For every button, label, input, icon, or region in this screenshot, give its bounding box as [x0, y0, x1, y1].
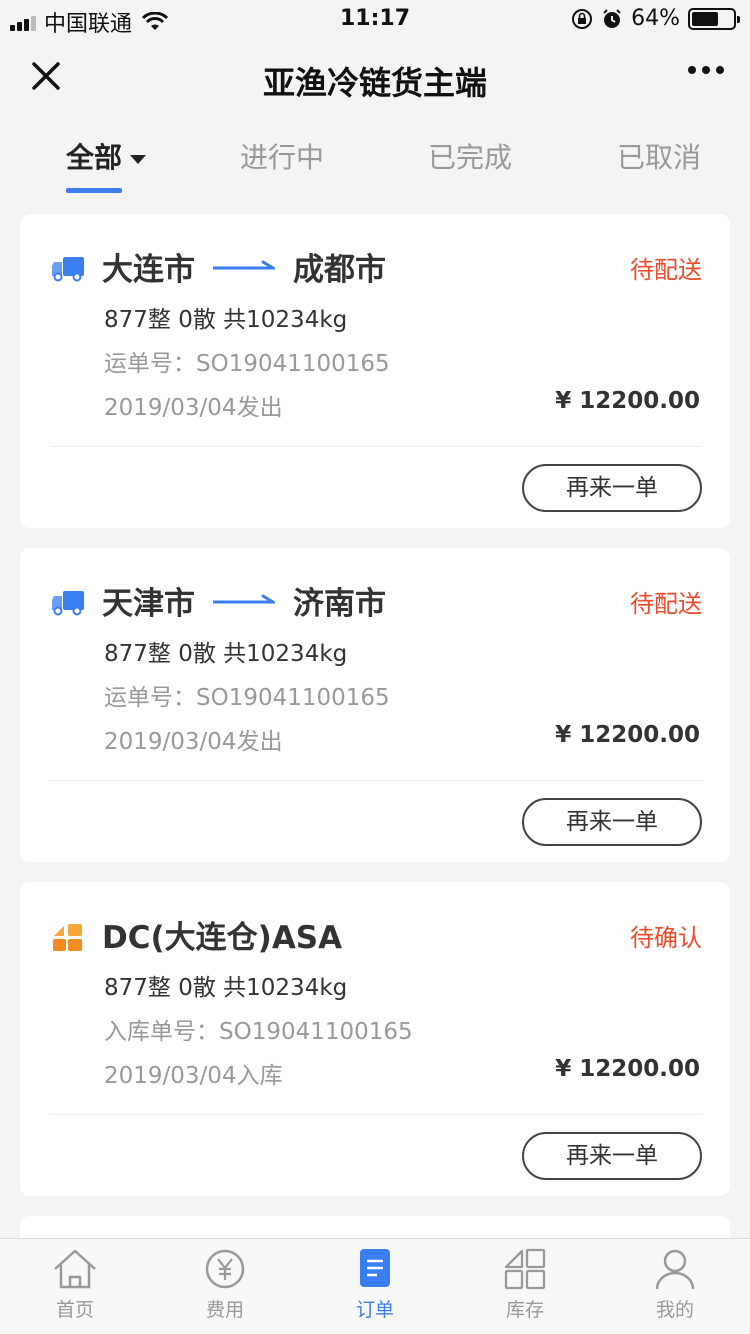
tabbar-label: 费用	[205, 1299, 244, 1321]
chevron-down-icon	[130, 154, 147, 164]
route: 天津市 济南市	[102, 578, 386, 623]
orientation-lock-icon	[572, 8, 593, 29]
ship-date: 2019/03/04发出	[104, 729, 283, 755]
page-title: 亚渔冷链货主端	[262, 64, 487, 102]
quantity-summary: 877整 0散 共10234kg	[104, 307, 348, 333]
tabbar-item-inventory[interactable]: 库存	[475, 1247, 575, 1322]
status-right: 64%	[571, 6, 740, 31]
origin-city: 天津市	[102, 586, 195, 622]
truck-icon	[52, 257, 84, 282]
warehouse-icon	[53, 924, 82, 951]
tab-in-progress[interactable]: 进行中	[240, 136, 324, 176]
order-price: ¥ 12200.00	[555, 388, 700, 414]
profile-icon	[655, 1249, 695, 1290]
alarm-icon	[603, 8, 621, 28]
order-card[interactable]: 天津市 济南市 待配送 877整 0散 共10234kg 运单号：SO19041…	[20, 548, 730, 862]
reorder-button[interactable]: 再来一单	[522, 798, 702, 846]
battery-percent: 64%	[631, 6, 680, 31]
status-badge: 待配送	[630, 590, 702, 618]
tabbar-item-home[interactable]: 首页	[25, 1247, 125, 1322]
truck-icon	[52, 591, 84, 616]
route: 大连市 成都市	[102, 244, 386, 289]
tabbar-item-orders[interactable]: 订单	[325, 1247, 425, 1322]
tab-cancelled[interactable]: 已取消	[617, 136, 701, 176]
divider	[50, 780, 702, 781]
tabbar-label: 库存	[505, 1299, 544, 1321]
route-arrow-icon	[213, 260, 275, 269]
status-badge: 待确认	[630, 924, 702, 952]
order-price: ¥ 12200.00	[555, 722, 700, 748]
warehouse-title: DC(大连仓)ASA	[102, 912, 342, 957]
waybill-number: 运单号：SO19041100165	[104, 351, 390, 377]
inbound-date: 2019/03/04入库	[104, 1063, 283, 1089]
tabbar-label: 我的	[655, 1299, 694, 1321]
order-filter-tabs: 全部 进行中 已完成 已取消	[0, 116, 750, 194]
tabbar-item-fees[interactable]: 费用	[175, 1247, 275, 1322]
tabbar-label: 订单	[355, 1299, 394, 1321]
reorder-button[interactable]: 再来一单	[522, 1132, 702, 1180]
warehouse-name: DC(大连仓)ASA	[102, 920, 343, 956]
tabbar-label: 首页	[55, 1299, 94, 1321]
waybill-number: 运单号：SO19041100165	[104, 685, 390, 711]
nav-bar: 亚渔冷链货主端	[0, 40, 750, 116]
order-price: ¥ 12200.00	[555, 1056, 700, 1082]
inbound-number: 入库单号：SO19041100165	[104, 1019, 413, 1045]
destination-city: 成都市	[293, 252, 386, 288]
tab-completed[interactable]: 已完成	[428, 136, 512, 176]
battery-icon	[688, 7, 740, 30]
quantity-summary: 877整 0散 共10234kg	[104, 975, 348, 1001]
reorder-button[interactable]: 再来一单	[522, 464, 702, 512]
status-bar: 中国联通 11:17 64%	[0, 0, 750, 40]
divider	[50, 446, 702, 447]
tabbar-item-profile[interactable]: 我的	[625, 1247, 725, 1322]
order-card[interactable]: 大连市 成都市 待配送 877整 0散 共10234kg 运单号：SO19041…	[20, 214, 730, 528]
tab-all-label: 全部	[66, 141, 123, 174]
yuan-icon	[205, 1249, 245, 1289]
origin-city: 大连市	[102, 252, 195, 288]
route-arrow-icon	[213, 594, 275, 603]
ship-date: 2019/03/04发出	[104, 395, 283, 421]
active-tab-indicator	[66, 188, 122, 193]
order-icon	[360, 1249, 390, 1287]
more-icon[interactable]	[688, 66, 724, 74]
quantity-summary: 877整 0散 共10234kg	[104, 641, 348, 667]
home-icon	[54, 1249, 96, 1289]
inventory-icon	[504, 1248, 546, 1290]
destination-city: 济南市	[293, 586, 386, 622]
tab-all[interactable]: 全部	[66, 136, 147, 176]
order-card[interactable]: DC(大连仓)ASA 待确认 877整 0散 共10234kg 入库单号：SO1…	[20, 882, 730, 1196]
status-badge: 待配送	[630, 256, 702, 284]
bottom-tab-bar: 首页 费用 订单 库存 我的	[0, 1238, 750, 1334]
divider	[50, 1114, 702, 1115]
